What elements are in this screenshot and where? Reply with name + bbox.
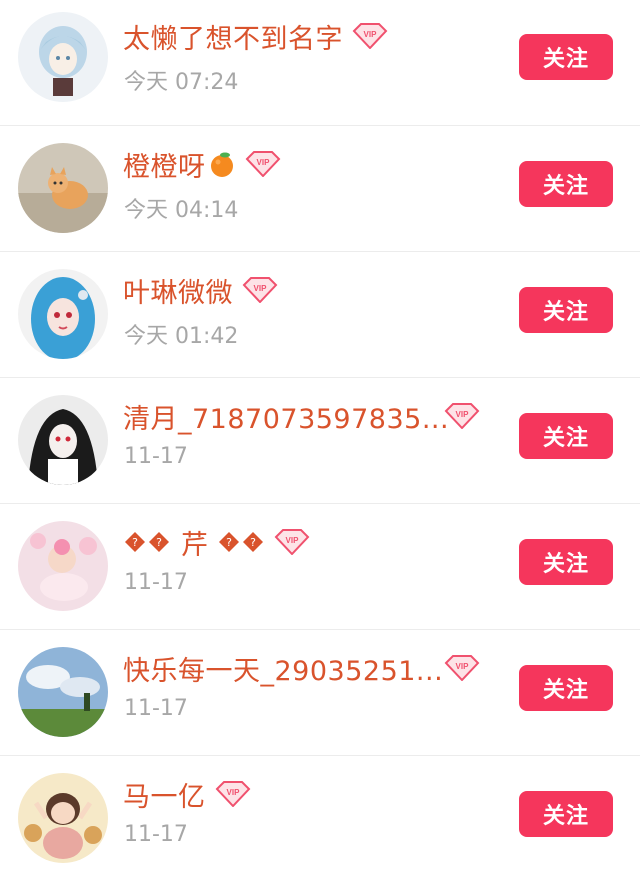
list-item[interactable]: ? ? 芹 ? ? VIP 11-17 关注 [0, 504, 640, 630]
name-line: 清月_7187073597835... [123, 396, 449, 436]
vip-badge-icon: VIP [274, 529, 310, 556]
unknown-glyph-icon: ? [218, 531, 240, 553]
follow-button[interactable]: 关注 [519, 665, 613, 711]
user-name: 快乐每一天_29035251... [123, 655, 444, 687]
follow-button[interactable]: 关注 [519, 413, 613, 459]
list-item[interactable]: 太懒了想不到名字 VIP 今天 07:24 关注 [0, 0, 640, 126]
vip-text: VIP [254, 284, 268, 293]
vip-text: VIP [256, 158, 270, 167]
vip-text: VIP [456, 410, 470, 419]
name-line: 快乐每一天_29035251... [123, 648, 443, 688]
user-name: 叶琳微微 [123, 277, 233, 309]
name-line: 叶琳微微 VIP [123, 270, 278, 310]
vip-text: VIP [364, 30, 378, 39]
follow-button[interactable]: 关注 [519, 791, 613, 837]
avatar[interactable] [18, 395, 108, 485]
vip-badge-icon: VIP [352, 23, 388, 50]
follow-button[interactable]: 关注 [519, 287, 613, 333]
svg-text:?: ? [226, 536, 232, 549]
timestamp: 11-17 [124, 570, 188, 595]
timestamp: 今天 07:24 [124, 70, 239, 95]
user-name: 马一亿 [123, 781, 206, 813]
orange-icon [208, 150, 236, 178]
vip-badge-icon: VIP [444, 403, 480, 430]
avatar[interactable] [18, 12, 108, 102]
timestamp: 今天 01:42 [124, 324, 239, 349]
avatar[interactable] [18, 647, 108, 737]
vip-text: VIP [285, 536, 299, 545]
name-line: ? ? 芹 ? ? VIP [123, 522, 310, 562]
follow-button[interactable]: 关注 [519, 161, 613, 207]
list-item[interactable]: 马一亿 VIP 11-17 关注 [0, 756, 640, 882]
svg-text:?: ? [250, 536, 256, 549]
timestamp: 11-17 [124, 822, 188, 847]
unknown-glyph-icon: ? [148, 531, 170, 553]
follow-button[interactable]: 关注 [519, 539, 613, 585]
timestamp: 11-17 [124, 696, 188, 721]
vip-text: VIP [456, 662, 470, 671]
vip-text: VIP [226, 788, 240, 797]
follower-list: 太懒了想不到名字 VIP 今天 07:24 关注 橙橙呀 VIP 今天 04:1… [0, 0, 640, 882]
user-name: 橙橙呀 [123, 151, 206, 183]
list-item[interactable]: 快乐每一天_29035251... VIP 11-17 关注 [0, 630, 640, 756]
vip-badge-icon: VIP [245, 151, 281, 178]
user-name: 太懒了想不到名字 [123, 23, 343, 55]
name-line: 太懒了想不到名字 VIP [123, 16, 388, 56]
name-line: 马一亿 VIP [123, 774, 251, 814]
vip-badge-icon: VIP [215, 781, 251, 808]
name-line: 橙橙呀 VIP [123, 144, 281, 184]
avatar[interactable] [18, 773, 108, 863]
avatar[interactable] [18, 521, 108, 611]
unknown-glyph-icon: ? [124, 531, 146, 553]
user-name: 芹 [181, 529, 209, 561]
vip-badge-icon: VIP [242, 277, 278, 304]
avatar[interactable] [18, 143, 108, 233]
avatar[interactable] [18, 269, 108, 359]
timestamp: 11-17 [124, 444, 188, 469]
unknown-glyph-icon: ? [242, 531, 264, 553]
svg-text:?: ? [132, 536, 138, 549]
list-item[interactable]: 清月_7187073597835... VIP 11-17 关注 [0, 378, 640, 504]
follow-button[interactable]: 关注 [519, 34, 613, 80]
list-item[interactable]: 橙橙呀 VIP 今天 04:14 关注 [0, 126, 640, 252]
svg-text:?: ? [156, 536, 162, 549]
list-item[interactable]: 叶琳微微 VIP 今天 01:42 关注 [0, 252, 640, 378]
user-name: 清月_7187073597835... [123, 403, 450, 435]
timestamp: 今天 04:14 [124, 198, 239, 223]
vip-badge-icon: VIP [444, 655, 480, 682]
